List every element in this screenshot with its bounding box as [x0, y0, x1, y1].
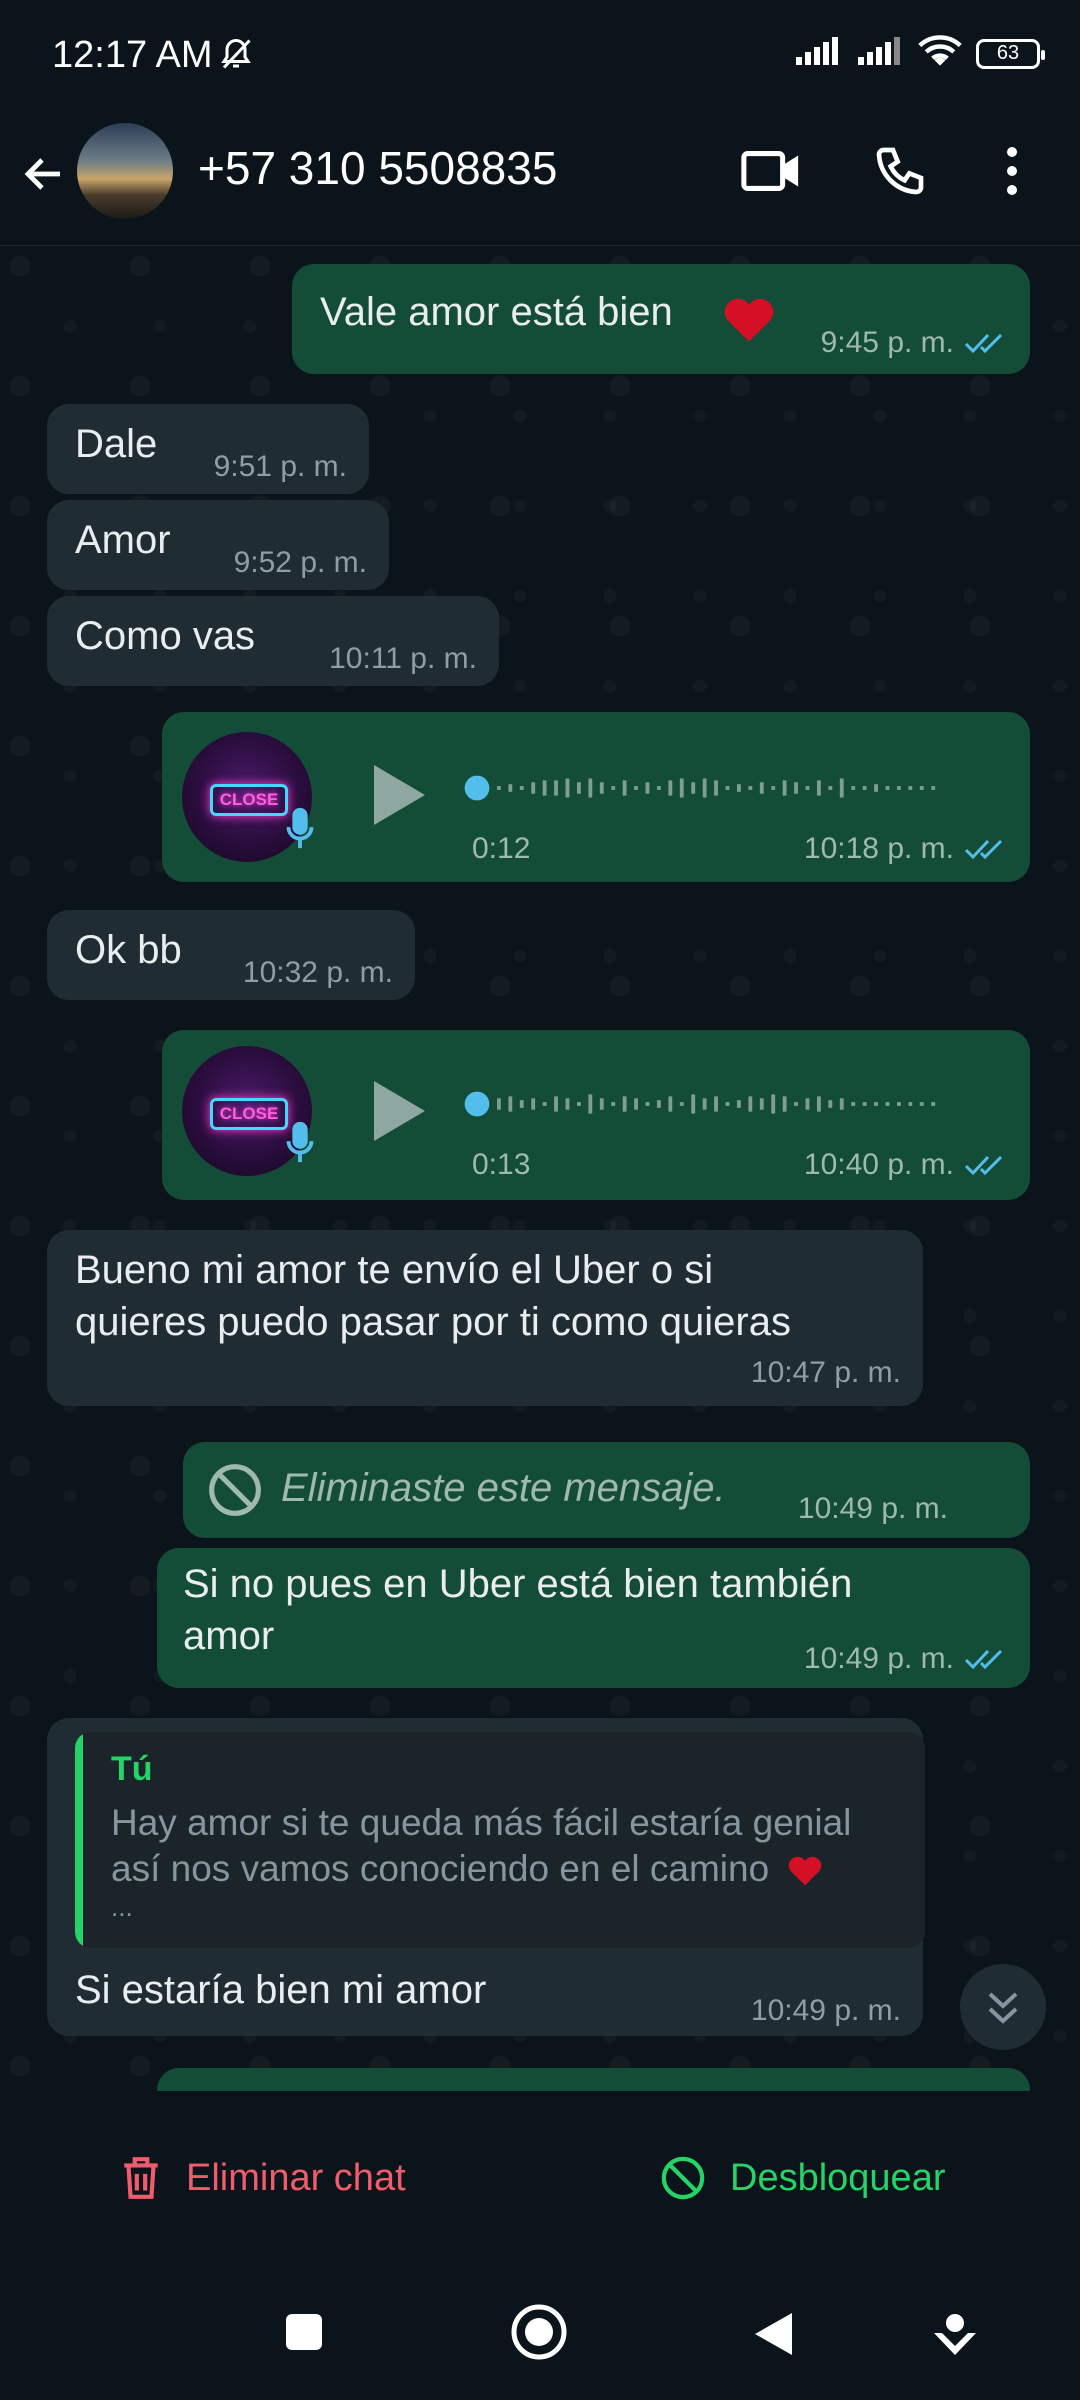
message-bubble[interactable]: Vale amor está bien 9:45 p. m. [292, 264, 1030, 374]
heart-emoji-icon [718, 290, 780, 349]
deleted-message[interactable]: Eliminaste este mensaje. 10:49 p. m. [183, 1442, 1030, 1538]
waveform[interactable] [452, 1084, 982, 1124]
quote-text: Hay amor si te queda más fácil estaría g… [111, 1800, 911, 1922]
message-text-line-1: Si no pues en Uber está bien también [183, 1562, 853, 1606]
quote-bar [75, 1732, 83, 1948]
back-arrow-icon[interactable] [20, 150, 68, 203]
mic-icon [284, 1120, 316, 1171]
system-nav-bar [0, 2271, 1080, 2400]
message-time: 9:51 p. m. [213, 450, 347, 483]
waveform[interactable] [452, 768, 982, 808]
trash-icon [124, 2157, 158, 2199]
message-time: 10:32 p. m. [242, 956, 393, 989]
unblock-button[interactable]: Desbloquear [660, 2155, 945, 2201]
message-bubble[interactable]: Bueno mi amor te envío el Uber o si quie… [47, 1230, 923, 1406]
delete-chat-label: Eliminar chat [186, 2156, 406, 2199]
read-ticks-icon [964, 333, 1003, 354]
reply-message[interactable]: Tú Hay amor si te queda más fácil estarí… [47, 1718, 925, 2036]
quote-author: Tú [111, 1750, 153, 1788]
contact-avatar[interactable] [77, 123, 173, 219]
bell-off-icon [218, 36, 254, 77]
more-options-icon[interactable] [1005, 145, 1019, 202]
battery-level: 63 [996, 42, 1020, 64]
message-bubble[interactable]: Dale 9:51 p. m. [47, 404, 369, 494]
message-time: 10:11 p. m. [329, 642, 477, 675]
status-time: 12:17 AM [52, 34, 213, 76]
recents-icon[interactable] [283, 2311, 325, 2358]
double-chevron-down-icon [988, 1992, 1018, 2024]
message-time: 10:49 p. m. [797, 1492, 948, 1525]
message-text: Como vas [75, 614, 256, 658]
wifi-icon [918, 34, 962, 73]
chat-header: +57 310 5508835 [0, 115, 1080, 246]
message-text: Dale [75, 422, 158, 466]
back-nav-icon[interactable] [752, 2311, 794, 2362]
signal-icon [794, 35, 842, 72]
blocked-action-bar: Eliminar chat Desbloquear [0, 2091, 1080, 2271]
neon-sign: CLOSE [210, 784, 288, 816]
voice-duration: 0:12 [472, 832, 531, 865]
message-meta: 9:45 p. m. [821, 326, 1008, 360]
heart-emoji-icon [789, 1856, 822, 1886]
read-ticks-icon [964, 839, 1003, 860]
quote-line-2-row: así nos vamos conociendo en el camino [111, 1846, 911, 1892]
message-bubble[interactable]: Como vas 10:11 p. m. [47, 596, 499, 686]
video-call-icon[interactable] [740, 145, 802, 202]
message-text: Ok bb [75, 928, 182, 972]
message-text-line-1: Bueno mi amor te envío el Uber o si [75, 1248, 714, 1292]
message-bubble[interactable]: Ok bb 10:32 p. m. [47, 910, 415, 1000]
quote-line-2: así nos vamos conociendo en el camino [111, 1848, 770, 1889]
message-meta: 10:49 p. m. [804, 1642, 1008, 1676]
message-text: Si estaría bien mi amor [75, 1968, 487, 2012]
quoted-message[interactable]: Tú Hay amor si te queda más fácil estarí… [75, 1732, 925, 1948]
message-text: Amor [75, 518, 171, 562]
message-time: 10:49 p. m. [803, 1642, 954, 1675]
scroll-to-bottom-button[interactable] [960, 1964, 1046, 2050]
quote-line-3: ... [111, 1892, 133, 1922]
message-time: 10:49 p. m. [750, 1994, 901, 2027]
assistant-icon[interactable] [932, 2311, 978, 2362]
message-meta: 10:18 p. m. [804, 832, 1008, 866]
message-time: 10:18 p. m. [803, 832, 954, 865]
message-meta: 10:40 p. m. [804, 1148, 1008, 1182]
read-ticks-icon [964, 1155, 1003, 1176]
read-ticks-icon [964, 1649, 1003, 1670]
message-text-line-2: amor [183, 1614, 275, 1658]
message-text-line-2: quieres puedo pasar por ti como quieras [75, 1300, 791, 1344]
message-text: Vale amor está bien [320, 290, 673, 334]
status-bar: 12:17 AM 63 [0, 0, 1080, 115]
play-icon[interactable] [368, 762, 428, 833]
unblock-label: Desbloquear [730, 2156, 946, 2199]
quote-line-1: Hay amor si te queda más fácil estaría g… [111, 1802, 852, 1843]
message-bubble[interactable]: Amor 9:52 p. m. [47, 500, 389, 590]
battery-icon: 63 [976, 38, 1045, 69]
deleted-text: Eliminaste este mensaje. [281, 1466, 726, 1510]
voice-message[interactable]: CLOSE 0:12 10:18 p. m. [162, 712, 1030, 882]
message-time: 9:52 p. m. [233, 546, 367, 579]
message-list[interactable]: Vale amor está bien 9:45 p. m. Dale 9:51… [0, 246, 1080, 2091]
phone-call-icon[interactable] [872, 143, 928, 204]
mic-icon [284, 806, 316, 857]
message-bubble[interactable]: Si no pues en Uber está bien también amo… [157, 1548, 1030, 1688]
message-bubble-partial[interactable] [157, 2068, 1030, 2091]
voice-message[interactable]: CLOSE 0:13 10:40 p. m. [162, 1030, 1030, 1200]
blocked-icon [661, 2156, 705, 2200]
signal-icon-2 [856, 35, 904, 72]
contact-name[interactable]: +57 310 5508835 [198, 141, 557, 195]
message-time: 10:40 p. m. [803, 1148, 954, 1181]
voice-duration: 0:13 [472, 1148, 531, 1181]
message-time: 9:45 p. m. [820, 326, 954, 359]
message-time: 10:47 p. m. [750, 1356, 901, 1389]
neon-sign: CLOSE [210, 1098, 288, 1130]
home-icon[interactable] [510, 2303, 568, 2366]
blocked-icon [207, 1462, 263, 1523]
play-icon[interactable] [368, 1078, 428, 1149]
delete-chat-button[interactable]: Eliminar chat [120, 2155, 406, 2201]
